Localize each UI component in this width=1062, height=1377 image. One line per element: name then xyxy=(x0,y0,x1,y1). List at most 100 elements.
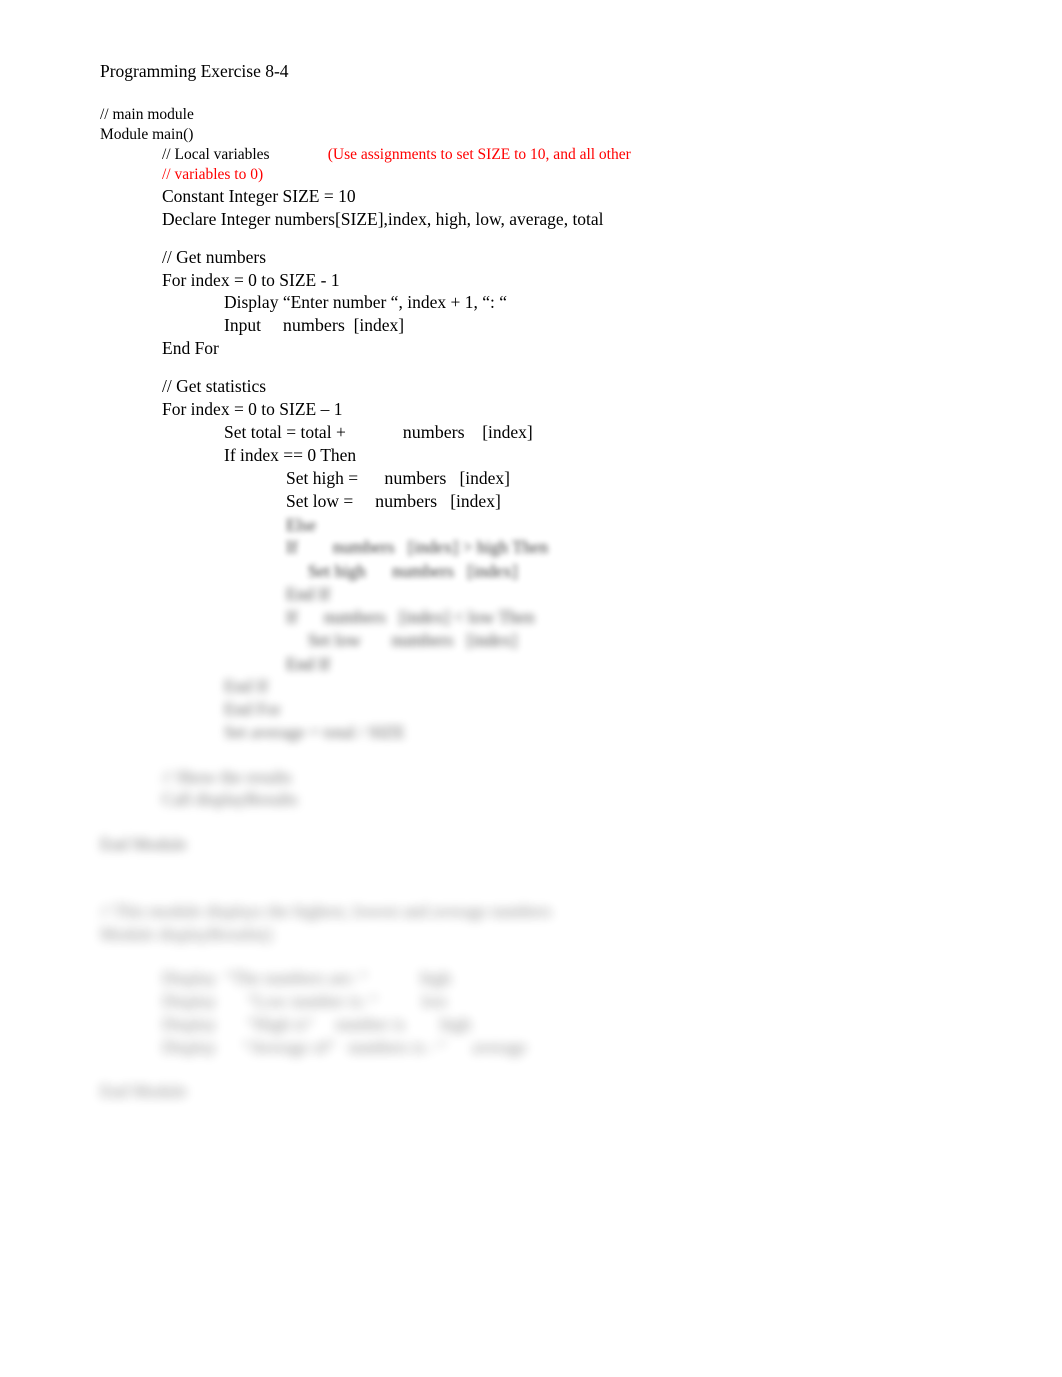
spacer-tab xyxy=(216,1037,242,1057)
obscured-block-end-if-average: End If End For Set average = total / SIZ… xyxy=(100,675,960,743)
display-row-2-value: low xyxy=(421,991,448,1012)
input-keyword: Input xyxy=(224,315,261,336)
input-numbers-token: numbers xyxy=(282,315,345,336)
display-row-3-mid: number is xyxy=(335,1013,406,1034)
display-row-3: Display “High is“ number is high xyxy=(100,1013,960,1036)
spacer-tab xyxy=(395,537,408,557)
comment-main-module: // main module xyxy=(100,105,194,123)
local-variables-line: // Local variables (Use assignments to s… xyxy=(100,145,960,165)
set-high-numbers-token: numbers xyxy=(384,467,447,488)
set-low-index-token: [index] xyxy=(450,491,501,512)
set-high-inner-numbers-token: numbers xyxy=(391,560,454,581)
set-total-index-token: [index] xyxy=(482,421,533,442)
display-row-2-text: “Low number is: “ xyxy=(247,991,378,1012)
display-row-3-text: “High is“ xyxy=(247,1013,314,1034)
spacer-tab xyxy=(216,991,247,1011)
spacer-tab xyxy=(446,468,459,488)
spacer-tab xyxy=(366,561,392,581)
obscured-display-results-body: Display “The numbers are: “ high Display… xyxy=(100,967,960,1058)
obscured-block-else-if-high: Else If numbers [index] > high Then Set … xyxy=(100,514,960,584)
else-keyword: Else xyxy=(286,514,317,535)
set-high-statement: Set high = numbers [index] xyxy=(100,467,960,490)
set-low-inner-numbers-token: numbers xyxy=(391,630,454,651)
spacer-tab xyxy=(345,315,354,335)
annotation-line-2: // variables to 0) xyxy=(162,166,264,184)
set-low-inner-index-token: [index] xyxy=(466,630,518,651)
annotation-line-1: (Use assignments to set SIZE to 10, and … xyxy=(327,146,631,164)
spacer-tab xyxy=(368,968,421,988)
spacer-tab xyxy=(358,468,384,488)
end-if-high: End If xyxy=(286,584,331,605)
spacer-tab xyxy=(286,630,308,650)
spacer-tab xyxy=(454,561,467,581)
set-total-numbers-token: numbers xyxy=(402,421,465,442)
document-page: Programming Exercise 8-4 // main module … xyxy=(0,0,1062,1377)
page-title: Programming Exercise 8-4 xyxy=(100,61,289,81)
call-display-results: Call displayResults xyxy=(162,789,298,810)
spacer-tab xyxy=(386,607,399,627)
set-high-inner-statement: Set high numbers [index] xyxy=(100,560,960,583)
spacer-tab xyxy=(298,607,324,627)
if-low-numbers-token: numbers xyxy=(323,606,386,627)
display-row-4-text: “Average of“ xyxy=(242,1036,336,1057)
if-high-numbers-token: numbers xyxy=(332,537,395,558)
display-row-4: Display “Average of“ numbers is : “ aver… xyxy=(100,1036,960,1059)
display-row-2: Display “Low number is: “ low xyxy=(100,990,960,1013)
set-low-label: Set low = xyxy=(286,491,354,512)
spacer-tab xyxy=(378,991,422,1011)
document-body: Programming Exercise 8-4 // main module … xyxy=(100,60,960,1103)
spacer-tab xyxy=(270,146,328,163)
spacer-tab xyxy=(314,1014,336,1034)
for-loop-get-numbers: For index = 0 to SIZE - 1 xyxy=(162,269,340,290)
display-row-1-value: high xyxy=(420,968,452,989)
display-row-4-mid: numbers is : “ xyxy=(348,1036,446,1057)
input-index-token: [index] xyxy=(353,315,405,336)
spacer-tab xyxy=(405,1014,440,1034)
if-keyword-low: If xyxy=(286,606,298,627)
obscured-module-display-results-header: // This module displays the highest, low… xyxy=(100,900,960,946)
end-if-low: End If xyxy=(286,653,331,674)
display-row-4-value: average xyxy=(472,1036,527,1057)
spacer-tab xyxy=(353,491,375,511)
if-high-condition: If numbers [index] > high Then xyxy=(100,536,960,559)
end-for-get-numbers: End For xyxy=(162,338,219,359)
set-low-statement: Set low = numbers [index] xyxy=(100,490,960,513)
set-high-inner-index-token: [index] xyxy=(467,560,518,581)
input-statement: Input numbers [index] xyxy=(100,314,960,337)
end-for-statistics: End For xyxy=(224,699,281,720)
spacer-tab xyxy=(216,1014,247,1034)
comment-display-results: // This module displays the highest, low… xyxy=(100,900,552,921)
set-total-statement: Set total = total + numbers [index] xyxy=(100,421,960,444)
obscured-end-module-main: End Module xyxy=(100,833,960,856)
obscured-block-call-display: // Show the results Call displayResults xyxy=(100,766,960,812)
display-row-1: Display “The numbers are: “ high xyxy=(100,967,960,990)
set-low-inner-label: Set low xyxy=(307,630,361,651)
set-low-inner-statement: Set low numbers [index] xyxy=(100,629,960,652)
set-high-label: Set high = xyxy=(286,467,359,488)
display-row-3-value: high xyxy=(440,1013,472,1034)
if-low-condition-tail: [index] < low Then xyxy=(399,606,535,627)
if-index-zero: If index == 0 Then xyxy=(224,445,357,466)
for-loop-get-statistics: For index = 0 to SIZE – 1 xyxy=(162,398,343,419)
local-variables-comment: // Local variables xyxy=(162,146,270,164)
obscured-block-if-low: End If If numbers [index] < low Then Set… xyxy=(100,583,960,675)
module-display-results-decl: Module displayResults() xyxy=(100,923,273,944)
if-keyword: If xyxy=(286,537,298,558)
end-module-display-results: End Module xyxy=(100,1081,188,1102)
spacer-tab xyxy=(446,1037,472,1057)
set-high-inner-label: Set high xyxy=(307,560,366,581)
spacer-tab xyxy=(454,630,467,650)
module-declaration: Module main() xyxy=(100,125,194,143)
comment-show-results: // Show the results xyxy=(162,766,292,787)
display-row-1-text: “The numbers are: “ xyxy=(225,968,368,989)
set-total-label: Set total = total + xyxy=(224,421,346,442)
set-average-statement: Set average = total / SIZE xyxy=(224,721,406,742)
end-module-main: End Module xyxy=(100,834,188,855)
spacer-tab xyxy=(216,968,225,988)
